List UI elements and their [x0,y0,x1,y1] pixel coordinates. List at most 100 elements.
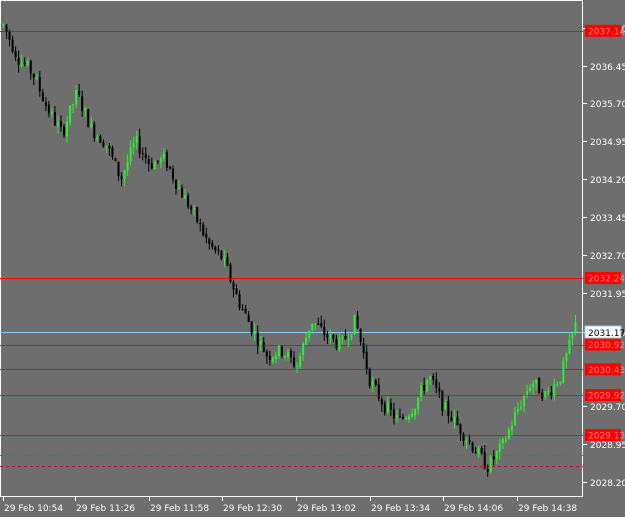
candle-body [311,323,314,330]
x-tick-label: 29 Feb 10:54 [4,504,63,514]
candle-body [90,123,93,128]
candle-body [356,315,359,329]
candle-body [516,408,519,412]
candle-body [371,381,374,386]
candle-body [223,256,226,260]
candle-body [568,339,571,354]
candle-body [5,24,8,32]
candle-body [53,112,56,126]
candle-body [162,153,165,159]
candle-body [459,424,462,435]
candle-body [471,442,474,452]
candle-body [302,343,305,355]
candle-body [108,145,111,149]
candle-body [465,440,468,442]
x-tick-label: 29 Feb 13:34 [371,504,430,514]
candle-body [523,395,526,407]
candle-body [205,233,208,238]
candle-body [326,334,329,338]
candle-body [504,439,507,441]
candle-body [41,92,44,102]
level-label: 2032.24 [588,275,625,285]
candle-body [190,206,193,210]
candle-body [87,109,90,128]
candle-body [468,440,471,442]
candle-body [35,77,38,79]
level-label: 2029.92 [588,392,625,402]
candle-body [193,208,196,210]
candle-body [84,108,87,111]
candle-body [574,322,577,333]
candle-body [359,328,362,342]
candle-body [432,375,435,380]
candle-body [510,425,513,431]
candle-body [229,264,232,282]
candle-body [368,368,371,386]
candle-body [99,135,102,143]
y-tick-label: 2036.45 [590,63,625,73]
candle-body [280,346,283,356]
candle-body [571,333,574,339]
candle-body [129,147,132,162]
candle-body [541,392,544,399]
candle-body [283,355,286,357]
candle-body [187,195,190,208]
candle-body [165,152,168,168]
candle-body [96,136,99,140]
candle-body [232,282,235,290]
y-tick-label: 2034.95 [590,138,625,148]
candle-body [286,352,289,357]
candle-body [341,336,344,339]
candle-body [513,412,516,426]
candle-body [60,121,63,127]
candle-body [544,391,547,398]
candle-body [226,256,229,266]
candle-body [102,142,105,147]
x-tick-label: 29 Feb 14:38 [518,504,577,514]
candle-body [335,339,338,349]
candle-body [69,105,72,123]
y-tick-label: 2032.70 [590,252,625,262]
x-tick-label: 29 Feb 14:06 [444,504,503,514]
candle-body [17,58,20,65]
candle-body [474,451,477,454]
candle-body [486,469,489,472]
candle-body [395,415,398,418]
candle-body [184,195,187,199]
candle-body [238,294,241,308]
candle-body [123,170,126,179]
candle-body [417,397,420,410]
candle-body [444,401,447,410]
candle-body [75,90,78,105]
candle-body [11,39,14,52]
candle-body [293,357,296,367]
candle-body [63,126,66,136]
candle-body [111,147,114,157]
candle-body [47,104,50,114]
candle-body [214,246,217,251]
candle-body [526,391,529,395]
candle-body [398,416,401,418]
candle-body [244,308,247,314]
candle-body [535,379,538,384]
candle-body [150,163,153,169]
level-label: 2030.92 [588,341,625,351]
candle-body [156,160,159,162]
candle-body [120,176,123,180]
candle-body [305,337,308,345]
candle-body [262,342,265,353]
candle-body [559,381,562,384]
candle-body [565,353,568,361]
candle-body [299,355,302,368]
candle-body [277,345,280,357]
candle-body [141,153,144,155]
candle-body [29,60,32,74]
candle-body [374,380,377,386]
candle-body [477,448,480,455]
candle-body [492,456,495,460]
candle-body [353,314,356,335]
candle-body [56,122,59,126]
candle-body [38,76,41,92]
candle-body [308,330,311,338]
candle-body [495,451,498,459]
